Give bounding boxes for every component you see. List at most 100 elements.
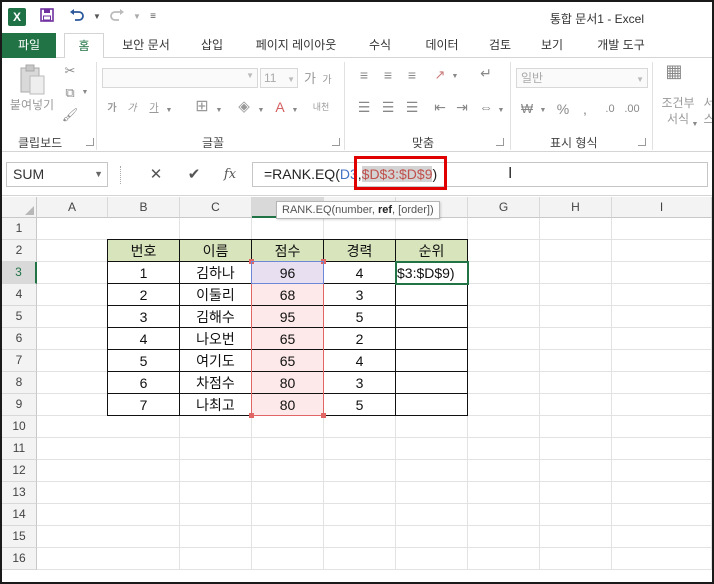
borders-icon[interactable]: ⊞ (192, 98, 212, 116)
merge-center-icon[interactable]: ⇔ (476, 98, 496, 116)
indent-increase-icon[interactable]: ⇥ (452, 98, 472, 116)
table-header-cell[interactable]: 이름 (180, 240, 252, 262)
table-cell[interactable]: 5 (324, 394, 396, 416)
row-header[interactable]: 12 (2, 460, 37, 482)
comma-style-icon[interactable]: , (576, 100, 594, 118)
align-center-icon[interactable]: ☰ (378, 98, 398, 116)
table-cell[interactable] (396, 350, 468, 372)
undo-dropdown-icon[interactable]: ▼ (88, 7, 106, 27)
row-header[interactable]: 3 (2, 262, 37, 284)
row-header[interactable]: 15 (2, 526, 37, 548)
phonetic-icon[interactable]: 내천 (308, 98, 334, 116)
enter-entry-button[interactable]: ✔ (182, 164, 206, 186)
redo-icon[interactable] (108, 7, 126, 27)
tab-view[interactable]: 보기 (530, 33, 574, 58)
tab-page-layout[interactable]: 페이지 레이아웃 (246, 33, 346, 58)
copy-icon[interactable]: ⧉ (60, 84, 80, 102)
column-header[interactable]: C (180, 197, 252, 218)
tab-home[interactable]: 홈 (64, 33, 104, 59)
select-all-button[interactable] (2, 197, 37, 218)
fill-dropdown-icon[interactable]: ▼ (256, 102, 266, 120)
table-cell[interactable]: 1 (108, 262, 180, 284)
align-bottom-icon[interactable]: ≡ (402, 66, 422, 84)
cut-icon[interactable]: ✂ (60, 62, 80, 80)
currency-dropdown-icon[interactable]: ▼ (538, 102, 548, 120)
column-header[interactable]: B (108, 197, 180, 218)
alignment-launcher-icon[interactable] (496, 138, 504, 146)
row-header[interactable]: 6 (2, 328, 37, 350)
percent-icon[interactable]: % (554, 100, 572, 118)
orientation-icon[interactable]: ↗ (430, 66, 450, 84)
undo-icon[interactable] (68, 7, 86, 27)
font-launcher-icon[interactable] (332, 138, 340, 146)
save-icon[interactable] (38, 7, 56, 27)
tab-formulas[interactable]: 수식 (358, 33, 402, 58)
underline-dropdown-icon[interactable]: ▼ (164, 102, 174, 120)
row-header[interactable]: 1 (2, 218, 37, 240)
tab-insert[interactable]: 삽입 (190, 33, 234, 58)
merge-dropdown-icon[interactable]: ▼ (496, 102, 506, 120)
underline-button[interactable]: 가 (146, 100, 162, 118)
table-header-cell[interactable]: 점수 (252, 240, 324, 262)
column-header[interactable]: I (612, 197, 712, 218)
customize-qa-icon[interactable]: ≡ (144, 7, 162, 27)
conditional-format-dropdown-icon[interactable]: ▼ (690, 116, 700, 134)
conditional-format-icon[interactable]: ▦ (662, 62, 686, 80)
table-cell[interactable]: 나오번 (180, 328, 252, 350)
row-header[interactable]: 13 (2, 482, 37, 504)
fill-color-icon[interactable]: ◈ (234, 98, 254, 116)
row-header[interactable]: 9 (2, 394, 37, 416)
table-cell[interactable]: 여기도 (180, 350, 252, 372)
table-cell[interactable]: 7 (108, 394, 180, 416)
number-launcher-icon[interactable] (638, 138, 646, 146)
table-cell[interactable]: 4 (324, 350, 396, 372)
row-header[interactable]: 14 (2, 504, 37, 526)
table-cell[interactable]: 3 (108, 306, 180, 328)
grow-font-icon[interactable]: 가 (302, 70, 318, 88)
table-header-cell[interactable]: 경력 (324, 240, 396, 262)
row-header[interactable]: 4 (2, 284, 37, 306)
table-cell[interactable]: 김하나 (180, 262, 252, 284)
range-resize-handle[interactable] (321, 413, 326, 418)
clipboard-launcher-icon[interactable] (86, 138, 94, 146)
paste-icon[interactable] (16, 64, 48, 96)
row-header[interactable]: 16 (2, 548, 37, 570)
number-format-select[interactable]: 일반 ▼ (516, 68, 648, 88)
table-header-cell[interactable]: 번호 (108, 240, 180, 262)
row-header[interactable]: 8 (2, 372, 37, 394)
font-size-select[interactable]: 11 ▼ (260, 68, 298, 88)
table-cell[interactable]: 나최고 (180, 394, 252, 416)
format-painter-icon[interactable]: 🖌 (60, 106, 80, 124)
italic-button[interactable]: 가 (124, 100, 140, 118)
table-cell[interactable]: 이둘리 (180, 284, 252, 306)
table-header-cell[interactable]: 순위 (396, 240, 468, 262)
currency-icon[interactable]: ₩ (518, 100, 536, 118)
column-header[interactable]: G (468, 197, 540, 218)
name-box[interactable]: SUM ▼ (6, 162, 108, 187)
font-color-dropdown-icon[interactable]: ▼ (290, 102, 300, 120)
borders-dropdown-icon[interactable]: ▼ (214, 102, 224, 120)
tab-file[interactable]: 파일 (2, 33, 56, 58)
format-as-table-label-partial-2[interactable]: 스 (702, 110, 712, 128)
copy-dropdown-icon[interactable]: ▼ (80, 84, 90, 102)
wrap-text-icon[interactable]: ↵ (476, 64, 496, 82)
indent-decrease-icon[interactable]: ⇤ (430, 98, 450, 116)
tab-review[interactable]: 검토 (478, 33, 522, 58)
table-cell[interactable]: 김해수 (180, 306, 252, 328)
decrease-decimal-icon[interactable]: .00 (622, 100, 642, 118)
range-resize-handle[interactable] (249, 413, 254, 418)
column-header[interactable]: H (540, 197, 612, 218)
row-header[interactable]: 5 (2, 306, 37, 328)
table-cell[interactable]: 6 (108, 372, 180, 394)
align-right-icon[interactable]: ☰ (402, 98, 422, 116)
table-cell[interactable]: 3 (324, 284, 396, 306)
row-header[interactable]: 11 (2, 438, 37, 460)
table-cell[interactable]: 5 (324, 306, 396, 328)
align-middle-icon[interactable]: ≡ (378, 66, 398, 84)
table-cell[interactable]: 3 (324, 372, 396, 394)
tab-data[interactable]: 데이터 (414, 33, 470, 58)
font-color-icon[interactable]: A (270, 98, 290, 116)
tab-developer[interactable]: 개발 도구 (586, 33, 656, 58)
table-cell[interactable]: 2 (108, 284, 180, 306)
align-left-icon[interactable]: ☰ (354, 98, 374, 116)
